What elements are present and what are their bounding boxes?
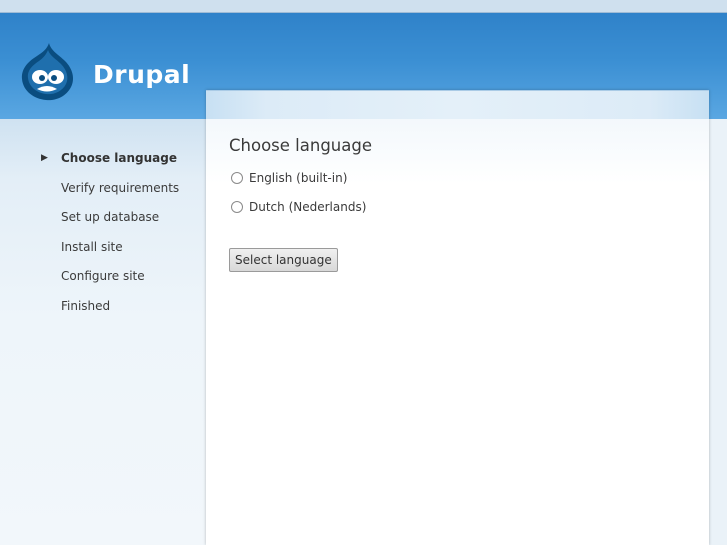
sidebar: ▶ Choose language Verify requirements Se…	[0, 119, 206, 545]
install-task-list: ▶ Choose language Verify requirements Se…	[0, 149, 206, 327]
option-label[interactable]: Dutch (Nederlands)	[249, 200, 366, 214]
task-label: Set up database	[61, 210, 160, 225]
task-label: Verify requirements	[61, 180, 180, 195]
task-label: Install site	[61, 239, 123, 254]
main-content: Choose language English (built-in) Dutch…	[206, 90, 709, 545]
task-install-site: Install site	[0, 238, 206, 268]
content-top-band	[206, 90, 709, 120]
task-set-up-database: Set up database	[0, 208, 206, 238]
task-finished: Finished	[0, 297, 206, 327]
task-choose-language: ▶ Choose language	[0, 149, 206, 179]
top-bar	[0, 0, 727, 13]
drupal-logo-icon[interactable]	[19, 41, 75, 101]
language-option-dutch[interactable]: Dutch (Nederlands)	[231, 198, 366, 216]
option-label[interactable]: English (built-in)	[249, 171, 347, 185]
select-language-button[interactable]: Select language	[229, 248, 338, 272]
task-label: Choose language	[61, 151, 178, 165]
site-name[interactable]: Drupal	[93, 60, 190, 89]
task-configure-site: Configure site	[0, 267, 206, 297]
task-verify-requirements: Verify requirements	[0, 179, 206, 209]
page-title: Choose language	[229, 136, 372, 155]
radio-button[interactable]	[231, 172, 243, 184]
radio-button[interactable]	[231, 201, 243, 213]
task-label: Configure site	[61, 269, 145, 284]
language-option-english[interactable]: English (built-in)	[231, 169, 347, 187]
active-arrow-icon: ▶	[41, 153, 48, 163]
task-label: Finished	[61, 298, 111, 313]
